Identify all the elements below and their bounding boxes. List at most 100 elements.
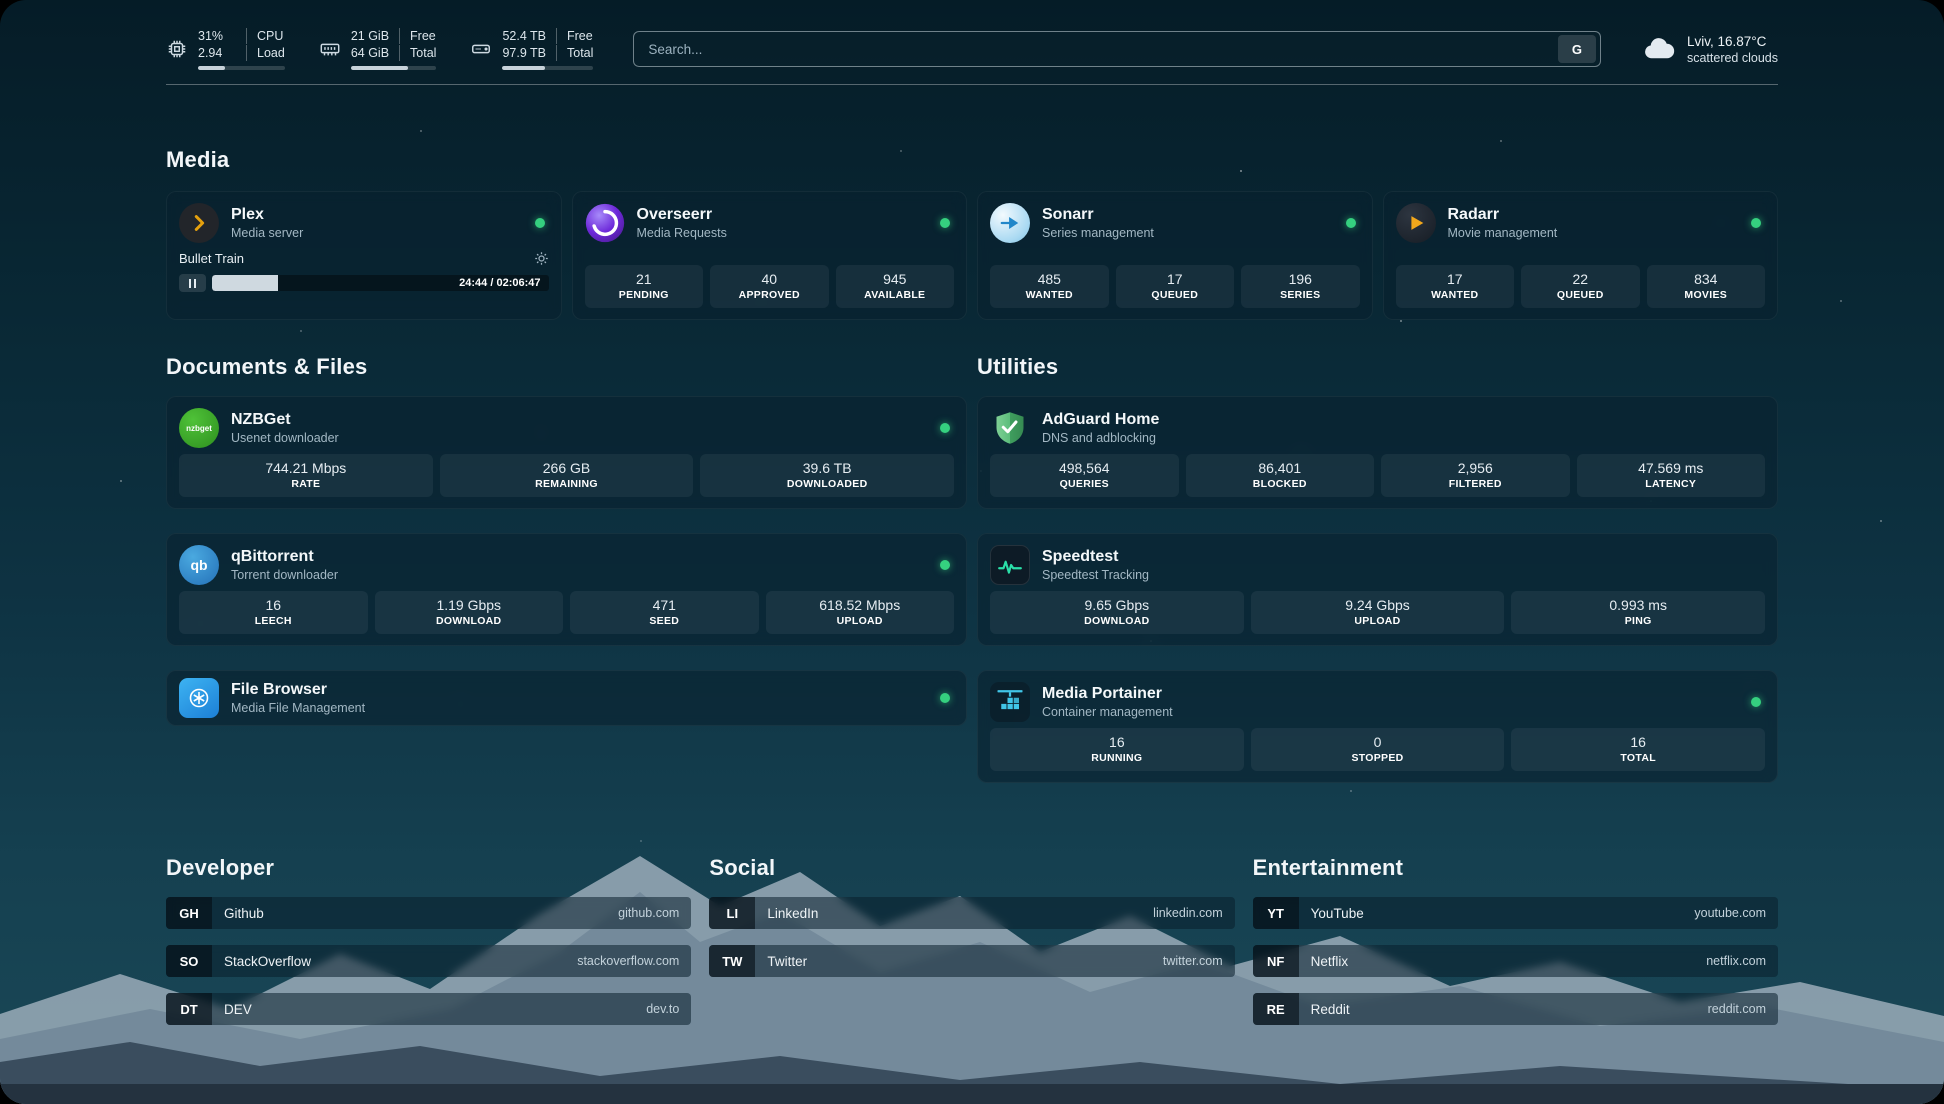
section-documents: Documents & Files nzbget NZBGet Usenet d… <box>166 354 967 783</box>
app-card-plex[interactable]: Plex Media server Bullet Train <box>166 191 562 320</box>
stat-label: STOPPED <box>1255 752 1501 764</box>
cpu-progress-bar <box>198 66 285 70</box>
app-card-qbittorrent[interactable]: qb qBittorrent Torrent downloader 16 LEE… <box>166 533 967 646</box>
radarr-icon <box>1396 203 1436 243</box>
adguard-icon <box>990 408 1030 448</box>
app-name: AdGuard Home <box>1042 411 1159 429</box>
stat-value: 266 GB <box>444 460 690 476</box>
stats-row: 21 PENDING 40 APPROVED 945 AVAILABLE <box>585 265 955 308</box>
app-meta: AdGuard Home DNS and adblocking <box>1042 411 1159 445</box>
disk-metric: 52.4 TB Free 97.9 TB Total <box>470 28 593 70</box>
app-subtitle: Speedtest Tracking <box>1042 568 1149 582</box>
stat-label: AVAILABLE <box>840 289 951 301</box>
bookmark-github[interactable]: GH Github github.com <box>166 897 691 929</box>
disk-metric-body: 52.4 TB Free 97.9 TB Total <box>502 28 593 70</box>
bookmark-name: DEV <box>224 1002 252 1017</box>
weather-condition: scattered clouds <box>1687 51 1778 65</box>
section-title-utilities: Utilities <box>977 354 1778 380</box>
pause-icon <box>189 279 196 288</box>
stat-value: 2,956 <box>1385 460 1566 476</box>
sonarr-icon <box>990 203 1030 243</box>
app-subtitle: Media Requests <box>637 226 727 240</box>
stat-value: 16 <box>183 597 364 613</box>
section-utilities: Utilities AdGuard Home DNS and adblockin… <box>977 354 1778 783</box>
app-card-sonarr[interactable]: Sonarr Series management 485 WANTED 17 Q… <box>977 191 1373 320</box>
stat-label: PING <box>1515 615 1761 627</box>
app-name: Overseerr <box>637 206 727 224</box>
bookmark-url: stackoverflow.com <box>577 954 691 968</box>
bookmark-url: github.com <box>618 906 691 920</box>
app-card-adguard[interactable]: AdGuard Home DNS and adblocking 498,564 … <box>977 396 1778 509</box>
section-title-documents: Documents & Files <box>166 354 967 380</box>
bookmark-abbr: RE <box>1253 993 1299 1025</box>
bookmark-url: linkedin.com <box>1153 906 1234 920</box>
stat-label: QUERIES <box>994 478 1175 490</box>
section-title-media: Media <box>166 147 1778 173</box>
cpu-percent: 31% <box>198 28 246 44</box>
weather-text: Lviv, 16.87°C scattered clouds <box>1687 34 1778 65</box>
bookmark-url: dev.to <box>646 1002 691 1016</box>
stats-row: 498,564 QUERIES 86,401 BLOCKED 2,956 FIL… <box>990 454 1765 497</box>
bookmark-name: YouTube <box>1311 906 1364 921</box>
stat-label: RUNNING <box>994 752 1240 764</box>
stat-value: 16 <box>1515 734 1761 750</box>
stat-movies: 834 MOVIES <box>1647 265 1766 308</box>
ram-metric: 21 GiB Free 64 GiB Total <box>319 28 437 70</box>
status-online-dot <box>940 218 950 228</box>
stat-label: TOTAL <box>1515 752 1761 764</box>
bookmark-twitter[interactable]: TW Twitter twitter.com <box>709 945 1234 977</box>
weather-widget[interactable]: Lviv, 16.87°C scattered clouds <box>1641 31 1778 67</box>
stat-value: 21 <box>589 271 700 287</box>
top-header: 31% CPU 2.94 Load 21 GiB <box>166 0 1778 70</box>
stat-label: QUEUED <box>1120 289 1231 301</box>
app-card-nzbget[interactable]: nzbget NZBGet Usenet downloader 744.21 M… <box>166 396 967 509</box>
stat-available: 945 AVAILABLE <box>836 265 955 308</box>
app-card-filebrowser[interactable]: File Browser Media File Management <box>166 670 967 726</box>
app-meta: Radarr Movie management <box>1448 206 1558 240</box>
app-card-overseerr[interactable]: Overseerr Media Requests 21 PENDING 40 A… <box>572 191 968 320</box>
app-meta: NZBGet Usenet downloader <box>231 411 339 445</box>
stat-value: 86,401 <box>1190 460 1371 476</box>
playback-progress-bar[interactable]: 24:44 / 02:06:47 <box>212 275 549 291</box>
bookmark-name: Github <box>224 906 264 921</box>
stat-label: UPLOAD <box>1255 615 1501 627</box>
stat-upload: 9.24 Gbps UPLOAD <box>1251 591 1505 634</box>
search-input[interactable] <box>648 42 1550 57</box>
section-title-entertainment: Entertainment <box>1253 855 1778 881</box>
stat-wanted: 485 WANTED <box>990 265 1109 308</box>
stat-value: 17 <box>1120 271 1231 287</box>
bookmark-dev[interactable]: DT DEV dev.to <box>166 993 691 1025</box>
stat-value: 47.569 ms <box>1581 460 1762 476</box>
bookmark-linkedin[interactable]: LI LinkedIn linkedin.com <box>709 897 1234 929</box>
pause-button[interactable] <box>179 274 206 292</box>
nzbget-icon-text: nzbget <box>186 424 212 433</box>
cpu-icon <box>166 38 188 60</box>
stat-label: MOVIES <box>1651 289 1762 301</box>
status-online-dot <box>1751 218 1761 228</box>
bookmark-reddit[interactable]: RE Reddit reddit.com <box>1253 993 1778 1025</box>
app-name: Plex <box>231 206 303 224</box>
search-bar: G <box>633 31 1601 67</box>
bookmark-netflix[interactable]: NF Netflix netflix.com <box>1253 945 1778 977</box>
stat-label: BLOCKED <box>1190 478 1371 490</box>
bookmark-stackoverflow[interactable]: SO StackOverflow stackoverflow.com <box>166 945 691 977</box>
stat-pending: 21 PENDING <box>585 265 704 308</box>
filebrowser-icon <box>179 678 219 718</box>
gear-icon[interactable] <box>534 251 549 266</box>
app-card-speedtest[interactable]: Speedtest Speedtest Tracking 9.65 Gbps D… <box>977 533 1778 646</box>
stat-ping: 0.993 ms PING <box>1511 591 1765 634</box>
search-engine-button[interactable]: G <box>1558 35 1596 63</box>
stat-value: 0 <box>1255 734 1501 750</box>
cpu-load-value: 2.94 <box>198 45 246 61</box>
section-media: Media Plex Media server <box>166 147 1778 320</box>
bookmark-youtube[interactable]: YT YouTube youtube.com <box>1253 897 1778 929</box>
status-online-dot <box>1751 697 1761 707</box>
disk-total-value: 97.9 TB <box>502 45 556 61</box>
section-title-social: Social <box>709 855 1234 881</box>
now-playing-title: Bullet Train <box>179 251 244 266</box>
app-card-radarr[interactable]: Radarr Movie management 17 WANTED 22 QUE… <box>1383 191 1779 320</box>
weather-location-temp: Lviv, 16.87°C <box>1687 34 1778 49</box>
bookmark-name: Netflix <box>1311 954 1349 969</box>
app-card-portainer[interactable]: Media Portainer Container management 16 … <box>977 670 1778 783</box>
stat-seed: 471 SEED <box>570 591 759 634</box>
